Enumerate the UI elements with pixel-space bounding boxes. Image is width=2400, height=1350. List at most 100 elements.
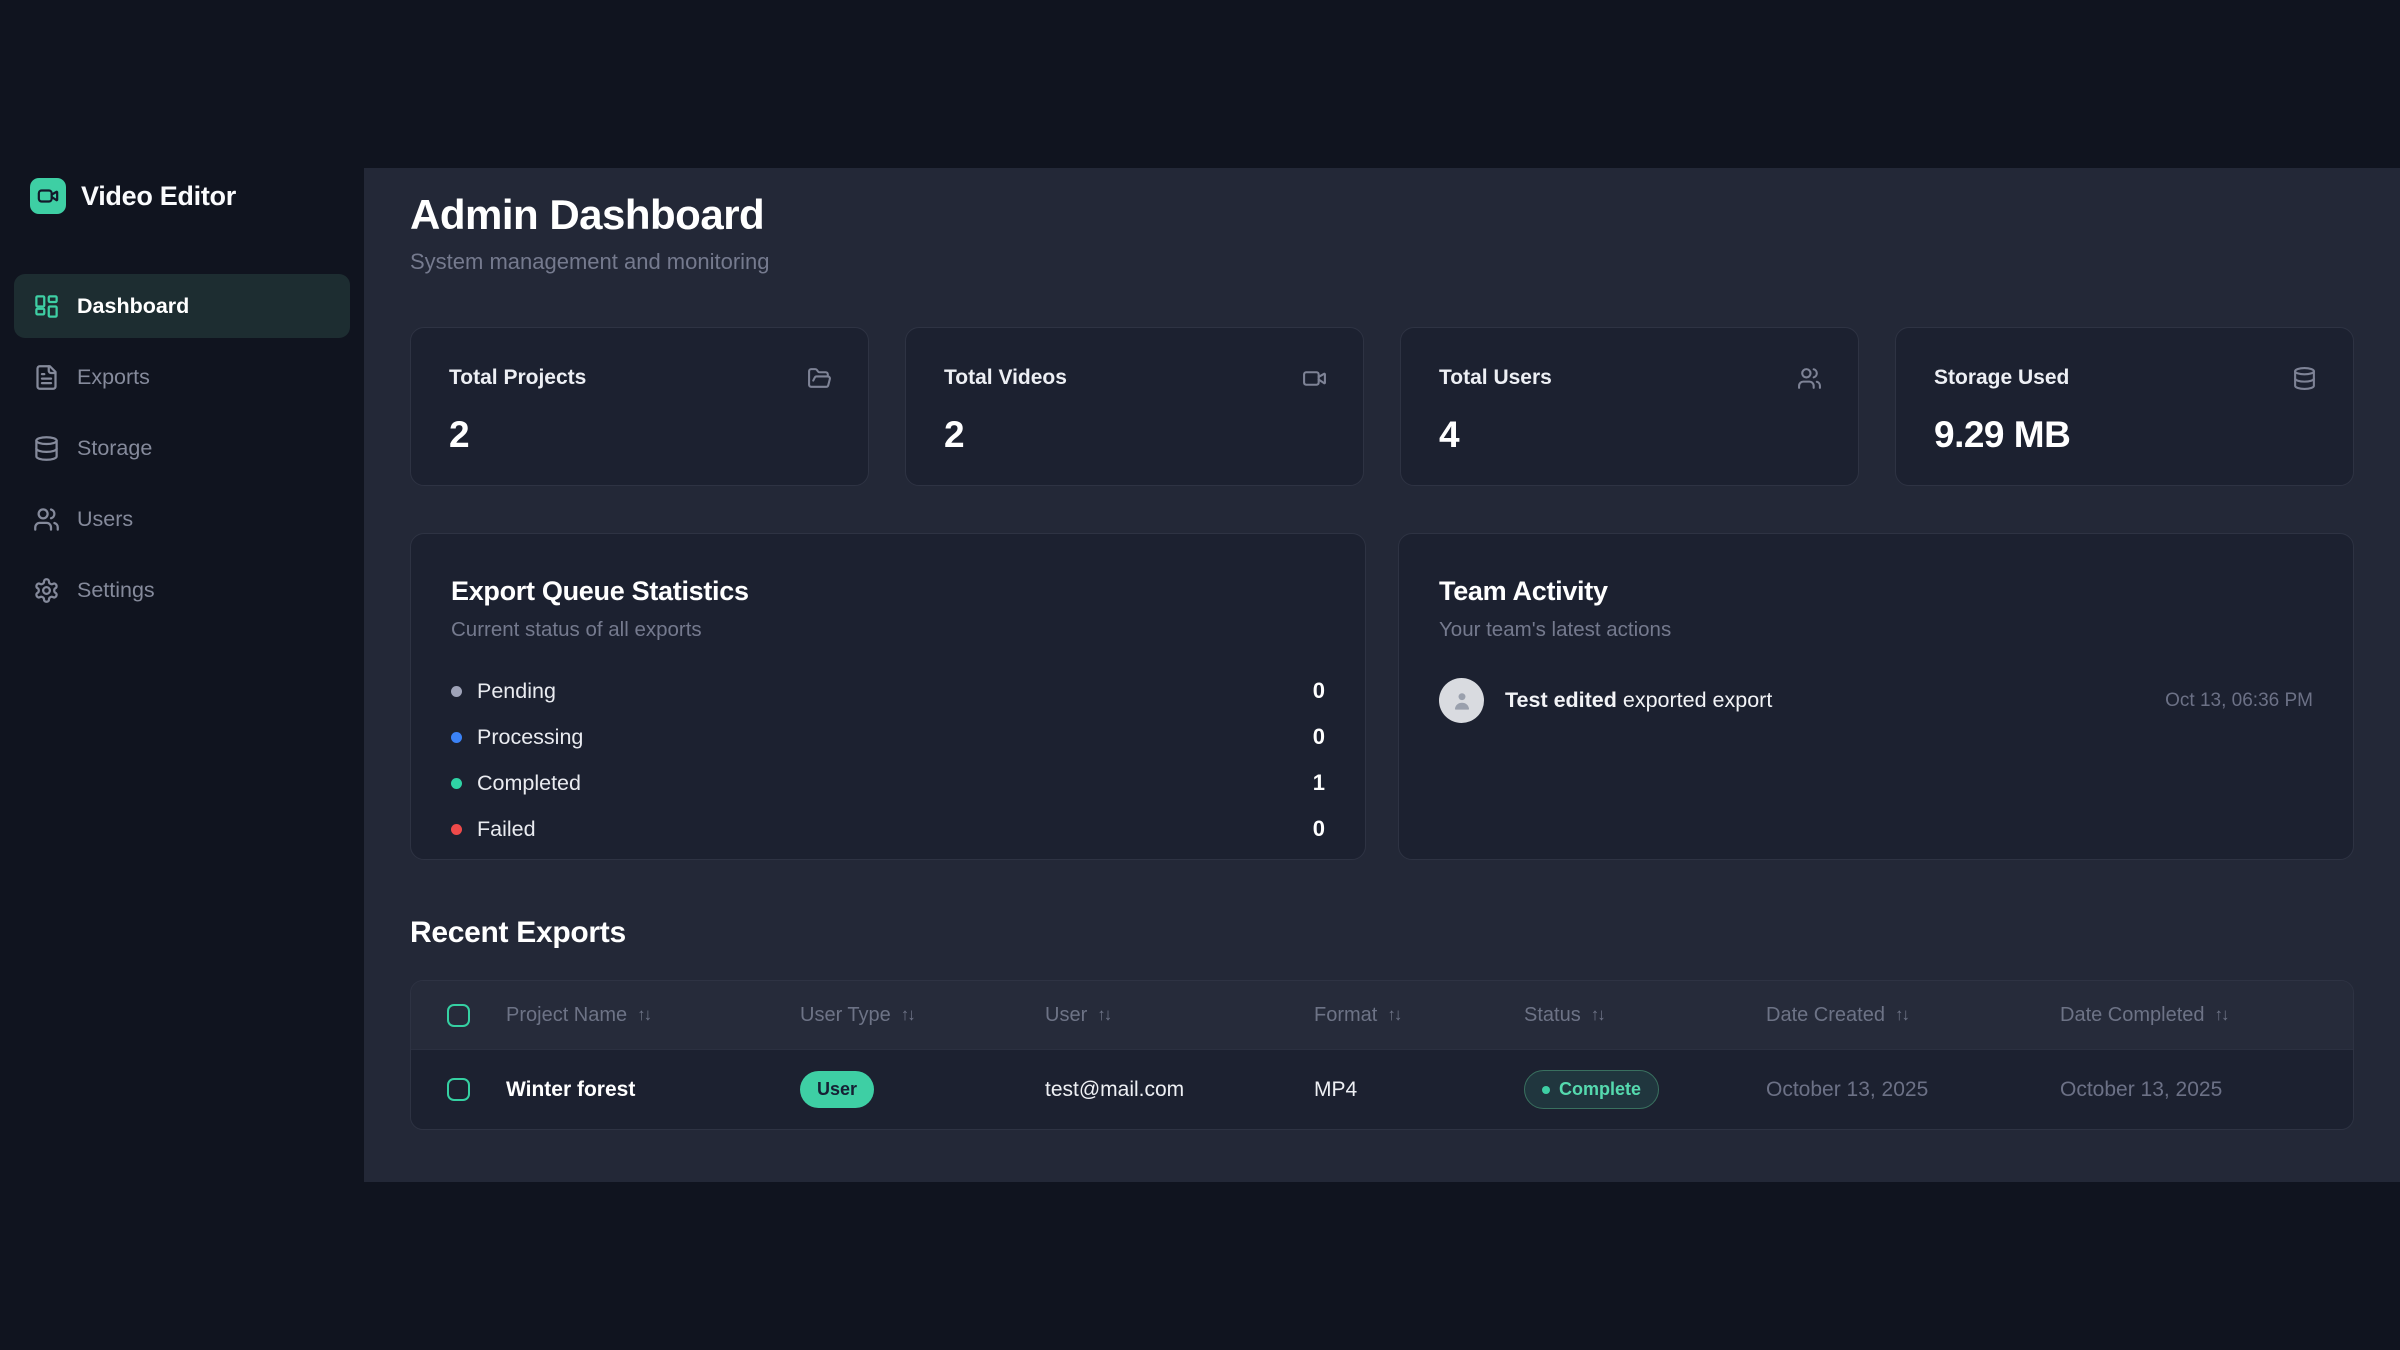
sidebar-item-label: Users bbox=[77, 507, 133, 532]
cell-date-completed: October 13, 2025 bbox=[2060, 1078, 2353, 1102]
sort-icon: ↑↓ bbox=[1097, 1005, 1110, 1025]
cell-date-created: October 13, 2025 bbox=[1766, 1078, 2060, 1102]
database-icon bbox=[2292, 366, 2317, 396]
select-all-checkbox[interactable] bbox=[447, 1004, 470, 1027]
mid-grid: Export Queue Statistics Current status o… bbox=[410, 533, 2354, 860]
main-content: Admin Dashboard System management and mo… bbox=[364, 168, 2400, 1182]
sort-icon: ↑↓ bbox=[1591, 1005, 1604, 1025]
stat-value: 9.29 MB bbox=[1934, 414, 2317, 456]
column-header-user[interactable]: User↑↓ bbox=[1045, 1004, 1314, 1027]
activity-timestamp: Oct 13, 06:36 PM bbox=[2165, 690, 2313, 712]
sort-icon: ↑↓ bbox=[1387, 1005, 1400, 1025]
processing-dot bbox=[451, 732, 462, 743]
user-type-badge: User bbox=[800, 1071, 874, 1108]
sidebar-item-label: Settings bbox=[77, 578, 155, 603]
sidebar-item-label: Exports bbox=[77, 365, 150, 390]
video-editor-logo-icon bbox=[30, 178, 66, 214]
sidebar-item-users[interactable]: Users bbox=[14, 487, 350, 551]
users-icon bbox=[33, 506, 60, 533]
stat-label: Total Videos bbox=[944, 366, 1067, 390]
sort-icon: ↑↓ bbox=[637, 1005, 650, 1025]
sort-icon: ↑↓ bbox=[2215, 1005, 2228, 1025]
row-checkbox[interactable] bbox=[447, 1078, 470, 1101]
queue-label: Completed bbox=[477, 771, 581, 796]
queue-label: Failed bbox=[477, 817, 536, 842]
card-title: Export Queue Statistics bbox=[451, 576, 1325, 607]
status-dot-icon bbox=[1542, 1086, 1550, 1094]
team-activity-card: Team Activity Your team's latest actions… bbox=[1398, 533, 2354, 860]
stat-label: Storage Used bbox=[1934, 366, 2069, 390]
gear-icon bbox=[33, 577, 60, 604]
activity-item: Test edited exported export Oct 13, 06:3… bbox=[1439, 678, 2313, 723]
database-icon bbox=[33, 435, 60, 462]
cell-user-type: User bbox=[800, 1071, 1045, 1108]
file-text-icon bbox=[33, 364, 60, 391]
sidebar: Video Editor Dashboard Exports Storage bbox=[0, 0, 364, 1350]
queue-list: Pending 0 Processing 0 Completed 1 Faile… bbox=[451, 668, 1325, 852]
sidebar-item-label: Storage bbox=[77, 436, 152, 461]
card-subtitle: Current status of all exports bbox=[451, 618, 1325, 642]
stat-card-total-projects: Total Projects 2 bbox=[410, 327, 869, 486]
export-queue-card: Export Queue Statistics Current status o… bbox=[410, 533, 1366, 860]
cell-format: MP4 bbox=[1314, 1078, 1524, 1102]
activity-action: exported export bbox=[1623, 688, 1772, 712]
queue-value: 0 bbox=[1313, 678, 1325, 704]
app-root: Video Editor Dashboard Exports Storage bbox=[0, 0, 2400, 1350]
stat-card-storage-used: Storage Used 9.29 MB bbox=[1895, 327, 2354, 486]
app-logo[interactable]: Video Editor bbox=[30, 178, 364, 214]
recent-exports-table: Project Name↑↓ User Type↑↓ User↑↓ Format… bbox=[410, 980, 2354, 1130]
recent-exports-title: Recent Exports bbox=[410, 916, 2354, 950]
table-header-row: Project Name↑↓ User Type↑↓ User↑↓ Format… bbox=[411, 981, 2353, 1049]
sort-icon: ↑↓ bbox=[901, 1005, 914, 1025]
card-subtitle: Your team's latest actions bbox=[1439, 618, 2313, 642]
app-title: Video Editor bbox=[81, 181, 236, 212]
queue-value: 1 bbox=[1313, 770, 1325, 796]
queue-row-completed: Completed 1 bbox=[451, 760, 1325, 806]
sidebar-nav: Dashboard Exports Storage Users bbox=[0, 274, 364, 622]
queue-row-processing: Processing 0 bbox=[451, 714, 1325, 760]
video-camera-icon bbox=[1302, 366, 1327, 396]
cell-status: Complete bbox=[1524, 1070, 1766, 1109]
stat-value: 4 bbox=[1439, 414, 1822, 456]
failed-dot bbox=[451, 824, 462, 835]
card-title: Team Activity bbox=[1439, 576, 2313, 607]
pending-dot bbox=[451, 686, 462, 697]
stat-label: Total Users bbox=[1439, 366, 1552, 390]
sidebar-item-exports[interactable]: Exports bbox=[14, 345, 350, 409]
queue-value: 0 bbox=[1313, 724, 1325, 750]
table-row: Winter forest User test@mail.com MP4 Com… bbox=[411, 1049, 2353, 1129]
stat-card-total-users: Total Users 4 bbox=[1400, 327, 1859, 486]
queue-row-failed: Failed 0 bbox=[451, 806, 1325, 852]
stat-label: Total Projects bbox=[449, 366, 586, 390]
queue-row-pending: Pending 0 bbox=[451, 668, 1325, 714]
column-header-project-name[interactable]: Project Name↑↓ bbox=[506, 1004, 800, 1027]
column-header-date-completed[interactable]: Date Completed↑↓ bbox=[2060, 1004, 2353, 1027]
column-header-status[interactable]: Status↑↓ bbox=[1524, 1004, 1766, 1027]
avatar bbox=[1439, 678, 1484, 723]
sidebar-item-label: Dashboard bbox=[77, 294, 189, 319]
status-badge: Complete bbox=[1524, 1070, 1659, 1109]
sort-icon: ↑↓ bbox=[1895, 1005, 1908, 1025]
cell-project-name: Winter forest bbox=[506, 1078, 800, 1102]
queue-value: 0 bbox=[1313, 816, 1325, 842]
dashboard-icon bbox=[33, 293, 60, 320]
sidebar-item-settings[interactable]: Settings bbox=[14, 558, 350, 622]
queue-label: Pending bbox=[477, 679, 556, 704]
sidebar-item-storage[interactable]: Storage bbox=[14, 416, 350, 480]
stat-value: 2 bbox=[944, 414, 1327, 456]
users-icon bbox=[1797, 366, 1822, 396]
column-header-format[interactable]: Format↑↓ bbox=[1314, 1004, 1524, 1027]
folder-open-icon bbox=[807, 366, 832, 396]
page-title: Admin Dashboard bbox=[410, 193, 2354, 237]
stat-value: 2 bbox=[449, 414, 832, 456]
sidebar-item-dashboard[interactable]: Dashboard bbox=[14, 274, 350, 338]
column-header-date-created[interactable]: Date Created↑↓ bbox=[1766, 1004, 2060, 1027]
stats-grid: Total Projects 2 Total Videos 2 bbox=[410, 327, 2354, 486]
completed-dot bbox=[451, 778, 462, 789]
column-header-user-type[interactable]: User Type↑↓ bbox=[800, 1004, 1045, 1027]
queue-label: Processing bbox=[477, 725, 583, 750]
page-subtitle: System management and monitoring bbox=[410, 249, 2354, 275]
cell-user: test@mail.com bbox=[1045, 1078, 1314, 1102]
activity-actor: Test edited bbox=[1505, 688, 1617, 712]
activity-text: Test edited exported export bbox=[1505, 688, 2144, 713]
